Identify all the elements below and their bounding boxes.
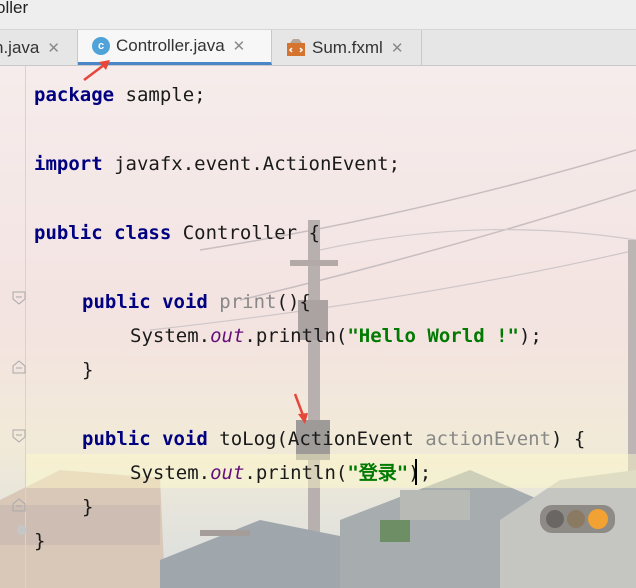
- tab-label: Sum.fxml: [312, 37, 383, 57]
- close-icon[interactable]: ✕: [47, 39, 60, 57]
- code-line: }: [82, 496, 94, 518]
- close-icon[interactable]: ✕: [391, 39, 404, 57]
- window-title: oller: [0, 0, 29, 17]
- fold-close-icon[interactable]: [12, 498, 26, 512]
- code-line: public void print(){: [82, 291, 311, 313]
- tab-label: Controller.java: [116, 36, 225, 55]
- tab-sum-fxml[interactable]: Sum.fxml ✕: [272, 30, 422, 65]
- code-editor[interactable]: package sample; import javafx.event.Acti…: [34, 78, 585, 552]
- method-marker-icon: [17, 525, 27, 535]
- code-line: System.out.println("登录");: [130, 462, 432, 484]
- window-title-bar: oller: [0, 0, 636, 30]
- code-line: }: [82, 359, 94, 381]
- code-line: import javafx.event.ActionEvent;: [34, 153, 401, 175]
- code-line: package sample;: [34, 84, 206, 106]
- code-line: public void toLog(ActionEvent actionEven…: [82, 428, 586, 450]
- fxml-file-icon: [287, 38, 305, 56]
- text-caret: [415, 459, 417, 485]
- code-line: System.out.println("Hello World !");: [130, 325, 542, 347]
- code-line: }: [34, 530, 46, 552]
- java-class-icon: c: [92, 37, 110, 55]
- fold-open-icon[interactable]: [12, 429, 26, 443]
- fold-close-icon[interactable]: [12, 360, 26, 374]
- code-line: public class Controller {: [34, 222, 321, 244]
- tab-main-java[interactable]: n.java ✕: [0, 30, 78, 65]
- close-icon[interactable]: ✕: [233, 37, 246, 55]
- editor-gutter: [0, 66, 27, 588]
- tab-label: n.java: [0, 37, 40, 57]
- fold-open-icon[interactable]: [12, 291, 26, 305]
